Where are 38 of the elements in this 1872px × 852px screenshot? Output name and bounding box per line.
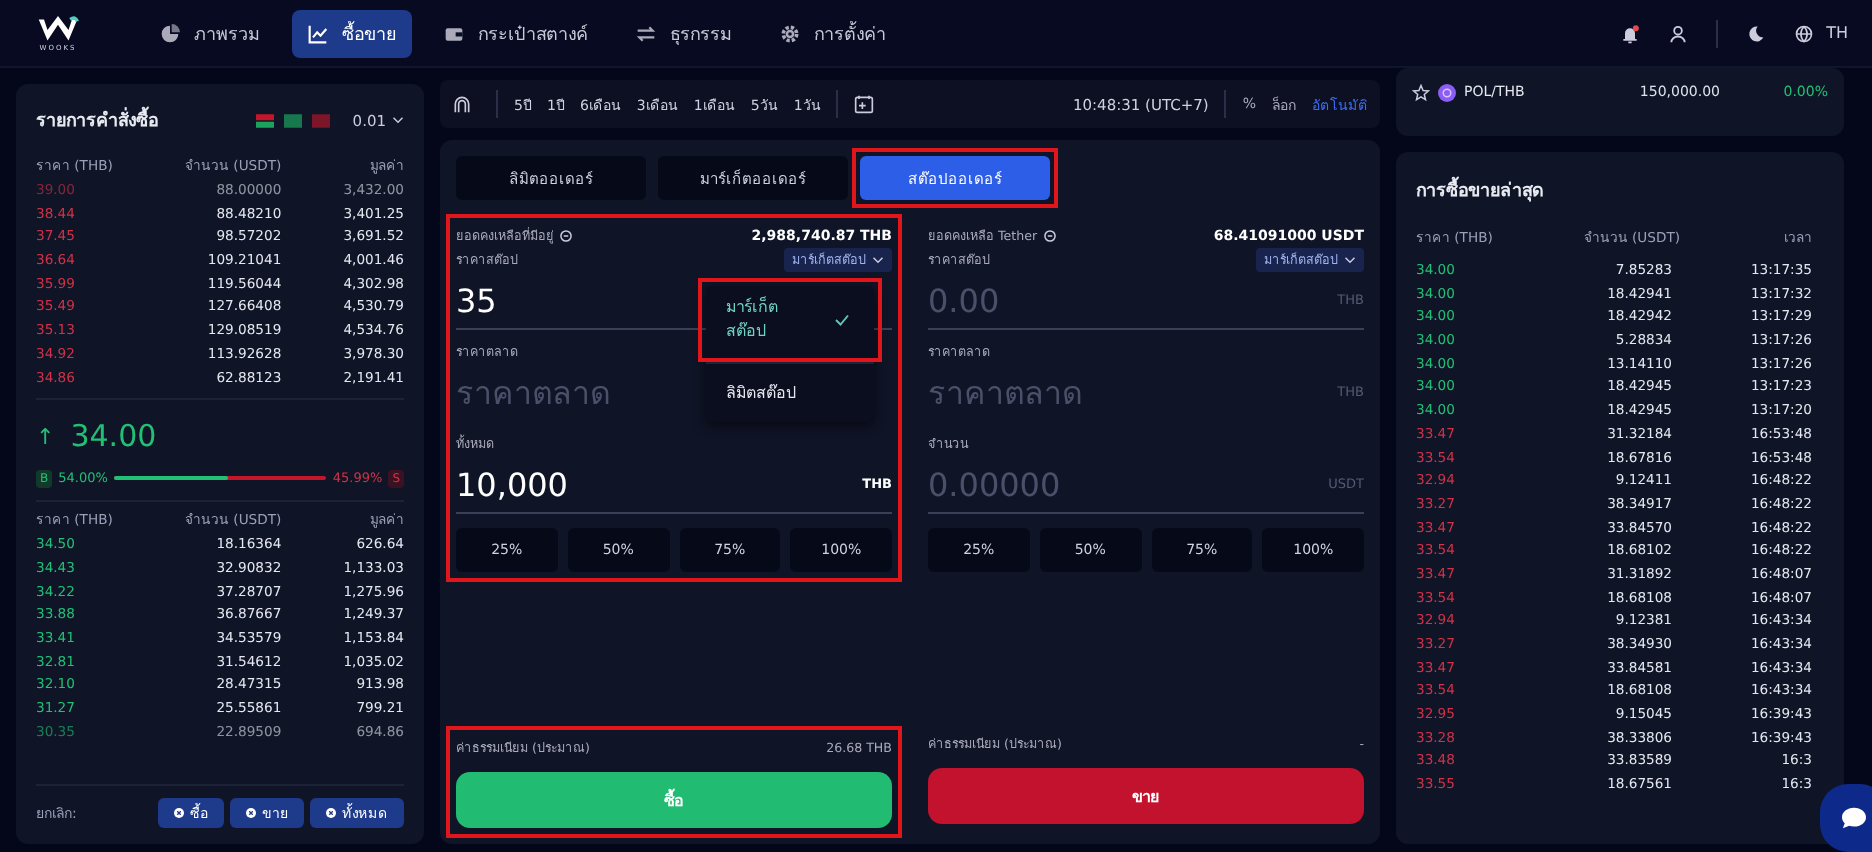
line-chart-icon	[308, 23, 328, 43]
close-icon	[326, 808, 336, 818]
nav-item[interactable]: การตั้งค่า	[764, 9, 902, 57]
chevron-icon	[872, 256, 884, 264]
pie-chart-icon	[160, 23, 180, 43]
info-icon[interactable]	[560, 230, 572, 242]
star-icon[interactable]	[1412, 83, 1430, 101]
chat-bubble-icon	[1840, 806, 1868, 830]
logo-icon	[36, 15, 80, 43]
settings-icon	[780, 23, 800, 43]
last-price: 34.00	[70, 418, 157, 455]
chat-button[interactable]	[1820, 784, 1872, 852]
language-label[interactable]: TH	[1826, 24, 1848, 42]
chevron-icon	[392, 116, 404, 124]
globe-icon[interactable]	[1794, 23, 1815, 43]
info-icon[interactable]	[1043, 230, 1056, 242]
bids-view-icon[interactable]	[284, 113, 303, 127]
close-icon	[246, 808, 256, 818]
coin-icon	[1438, 83, 1456, 101]
up-arrow: ↑	[36, 423, 55, 450]
wallet-icon	[444, 23, 464, 43]
book-view-icon[interactable]	[256, 113, 275, 127]
nav-item[interactable]: ธุรกรรม	[620, 9, 748, 57]
calendar-icon[interactable]	[854, 94, 875, 114]
moon-icon[interactable]	[1746, 23, 1767, 43]
check-icon	[834, 314, 850, 326]
swap-arrows-icon	[636, 23, 656, 43]
nav-item[interactable]: ซื้อขาย	[292, 9, 412, 57]
menu-option[interactable]: ลิมิตสต๊อป	[706, 362, 874, 422]
magnet-icon[interactable]	[452, 94, 472, 114]
sell-button[interactable]: ขาย	[928, 768, 1364, 824]
close-icon	[174, 808, 184, 818]
user-icon[interactable]	[1668, 23, 1689, 43]
panel-title: รายการคำสั่งซื้อ	[36, 106, 158, 134]
nav-item[interactable]: ภาพรวม	[144, 9, 276, 57]
nav-item[interactable]: กระเป๋าสตางค์	[428, 9, 604, 57]
notification-bell-icon[interactable]	[1620, 23, 1641, 43]
chevron-icon	[1344, 256, 1356, 264]
